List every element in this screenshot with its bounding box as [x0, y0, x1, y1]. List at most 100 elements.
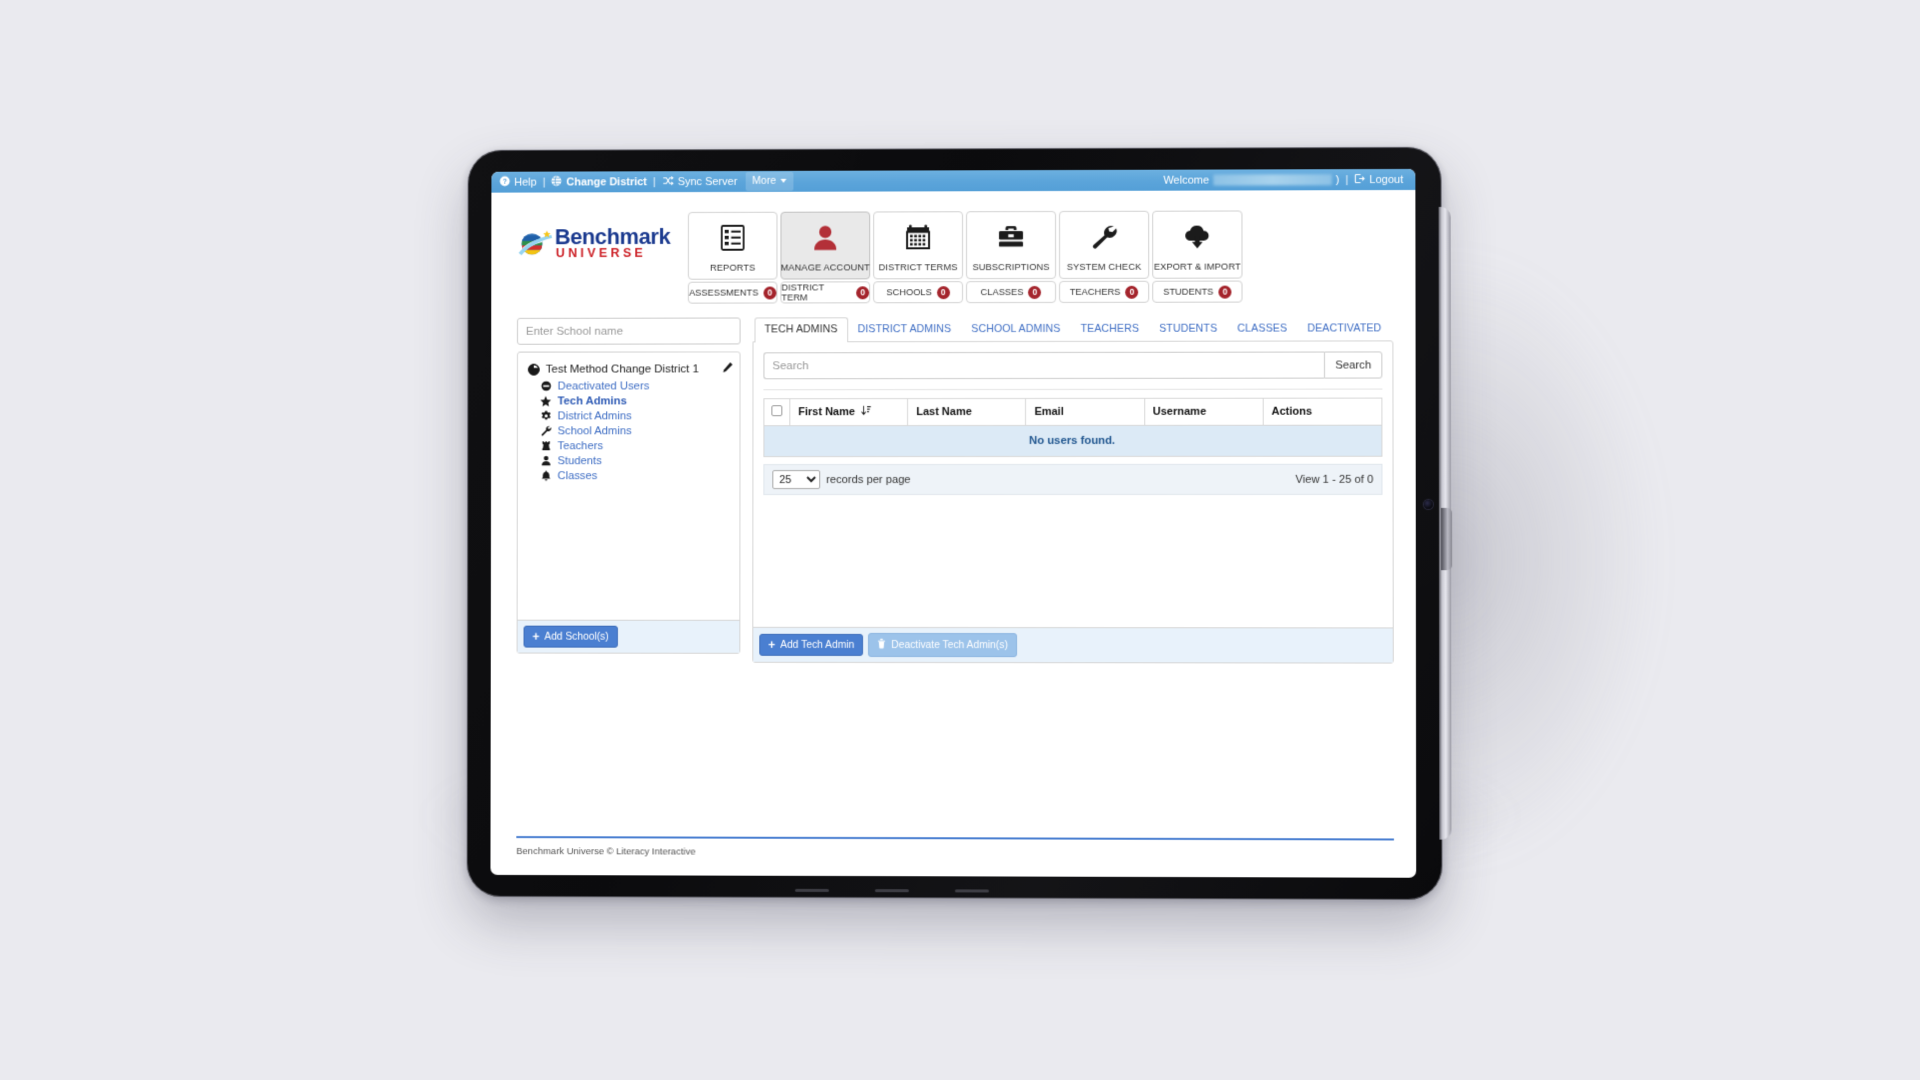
- select-all-checkbox[interactable]: [771, 405, 783, 417]
- nav-subtile-label: SCHOOLS: [886, 287, 932, 298]
- search-input[interactable]: [763, 351, 1325, 380]
- nav-tile-label: DISTRICT TERMS: [878, 262, 958, 273]
- sort-desc-icon: [861, 405, 872, 419]
- tab-deactivated[interactable]: DEACTIVATED: [1297, 316, 1391, 340]
- column-last-name[interactable]: Last Name: [907, 398, 1026, 426]
- school-search-input[interactable]: [516, 317, 741, 345]
- bell-icon: [540, 470, 552, 481]
- nav-tile-manage-account[interactable]: MANAGE ACCOUNT: [780, 211, 871, 280]
- tree-item-label: Deactivated Users: [557, 379, 650, 393]
- deactivate-tech-admins-label: Deactivate Tech Admin(s): [891, 639, 1008, 651]
- tree-item-label: Classes: [557, 469, 598, 482]
- pencil-icon[interactable]: [722, 361, 734, 376]
- nav-tile-label: SYSTEM CHECK: [1066, 261, 1142, 272]
- nav-column-subscriptions: SUBSCRIPTIONS CLASSES 0: [966, 210, 1057, 304]
- tree-item-students[interactable]: Students: [526, 453, 734, 468]
- tab-label: DEACTIVATED: [1307, 322, 1382, 335]
- help-link[interactable]: Help: [514, 176, 536, 188]
- footer-copyright: Benchmark Universe © Literacy Interactiv…: [516, 846, 696, 858]
- nav-subtile-teachers[interactable]: TEACHERS 0: [1059, 280, 1150, 303]
- tab-label: CLASSES: [1237, 322, 1288, 335]
- deactivate-tech-admins-button[interactable]: Deactivate Tech Admin(s): [868, 632, 1017, 658]
- tree-item-teachers[interactable]: Teachers: [526, 438, 734, 453]
- select-all-header: [763, 398, 790, 426]
- status-badge: 0: [1125, 285, 1139, 299]
- add-tech-admin-button[interactable]: + Add Tech Admin: [759, 633, 864, 656]
- nav-subtile-label: ASSESSMENTS: [688, 287, 759, 298]
- nav-tile-export-import[interactable]: EXPORT & IMPORT: [1152, 210, 1243, 279]
- column-label: Actions: [1271, 405, 1313, 418]
- globe-icon: [528, 363, 540, 375]
- search-button[interactable]: Search: [1324, 351, 1383, 379]
- add-tech-admin-label: Add Tech Admin: [780, 639, 855, 651]
- topbar-separator-2: |: [652, 175, 656, 188]
- nav-column-export-import: EXPORT & IMPORT STUDENTS 0: [1152, 210, 1243, 303]
- status-badge: 0: [856, 285, 870, 299]
- column-username[interactable]: Username: [1144, 398, 1263, 426]
- tree-item-label: Tech Admins: [557, 394, 627, 407]
- users-table: First Name Last Name Email Username Acti…: [763, 398, 1382, 458]
- nav-subtile-schools[interactable]: SCHOOLS 0: [873, 281, 964, 304]
- add-school-button[interactable]: + Add School(s): [523, 625, 618, 648]
- tab-teachers[interactable]: TEACHERS: [1070, 317, 1149, 341]
- nav-tile-reports[interactable]: REPORTS: [687, 211, 778, 280]
- tab-district-admins[interactable]: DISTRICT ADMINS: [848, 317, 962, 341]
- brand-logo[interactable]: Benchmark UNIVERSE: [517, 212, 688, 260]
- tab-label: TECH ADMINS: [764, 323, 838, 336]
- nav-tile-system-check[interactable]: SYSTEM CHECK: [1059, 210, 1150, 279]
- tree-item-classes[interactable]: Classes: [526, 468, 734, 483]
- nav-tile-label: REPORTS: [710, 262, 756, 273]
- tree-item-school-admins[interactable]: School Admins: [526, 423, 734, 438]
- topbar-separator-1: |: [542, 176, 546, 189]
- tab-school-admins[interactable]: SCHOOL ADMINS: [961, 317, 1070, 341]
- users-panel: TECH ADMINS DISTRICT ADMINS SCHOOL ADMIN…: [752, 316, 1394, 664]
- plus-icon: +: [768, 637, 776, 652]
- briefcase-icon: [997, 212, 1025, 262]
- change-district-link[interactable]: Change District: [566, 176, 647, 188]
- wrench-icon: [540, 425, 552, 436]
- column-label: Username: [1152, 405, 1207, 418]
- nav-subtile-label: DISTRICT TERM: [781, 282, 824, 303]
- welcome-suffix: ): [1335, 173, 1340, 186]
- tab-classes[interactable]: CLASSES: [1227, 317, 1297, 341]
- more-menu-button[interactable]: More: [745, 171, 793, 191]
- tree-root-district[interactable]: Test Method Change District 1: [526, 360, 734, 378]
- tab-students[interactable]: STUDENTS: [1149, 317, 1227, 341]
- welcome-label: Welcome: [1163, 174, 1210, 187]
- tablet-power-button[interactable]: [1440, 507, 1453, 571]
- tab-panel-tech-admins: Search Fi: [752, 340, 1394, 664]
- nav-tile-label: MANAGE ACCOUNT: [780, 262, 871, 273]
- nav-tile-subscriptions[interactable]: SUBSCRIPTIONS: [966, 210, 1057, 280]
- sync-server-link[interactable]: Sync Server: [678, 175, 738, 187]
- tree-item-tech-admins[interactable]: Tech Admins: [526, 393, 734, 408]
- users-panel-footer: + Add Tech Admin Deactivate Tech Admin(s…: [753, 626, 1393, 663]
- column-actions: Actions: [1262, 398, 1382, 426]
- school-panel-footer: + Add School(s): [517, 619, 740, 653]
- tab-tech-admins[interactable]: TECH ADMINS: [754, 317, 848, 343]
- main-content: Test Method Change District 1: [491, 302, 1416, 664]
- records-per-page-select[interactable]: 25: [772, 470, 821, 490]
- tablet-device: ? Help | Change District | Sync Server M…: [466, 146, 1453, 900]
- benchmark-globe-icon: [517, 228, 553, 258]
- tab-label: SCHOOL ADMINS: [971, 322, 1061, 336]
- column-email[interactable]: Email: [1025, 398, 1145, 426]
- rook-icon: [540, 440, 552, 451]
- tree-item-deactivated-users[interactable]: Deactivated Users: [526, 378, 734, 393]
- tree-item-district-admins[interactable]: District Admins: [526, 408, 734, 423]
- nav-subtile-classes[interactable]: CLASSES 0: [966, 280, 1057, 304]
- trash-icon: [877, 638, 886, 652]
- column-label: Last Name: [916, 406, 972, 419]
- nav-subtile-students[interactable]: STUDENTS 0: [1152, 280, 1243, 303]
- nav-column-system-check: SYSTEM CHECK TEACHERS 0: [1059, 210, 1150, 303]
- nav-subtile-assessments[interactable]: ASSESSMENTS 0: [687, 281, 778, 304]
- nav-subtile-district-term[interactable]: DISTRICT TERM 0: [780, 281, 871, 304]
- nav-tile-district-terms[interactable]: DISTRICT TERMS: [873, 211, 964, 280]
- view-range-label: View 1 - 25 of 0: [1295, 473, 1374, 486]
- empty-message: No users found.: [763, 425, 1382, 457]
- page-footer: Benchmark Universe © Literacy Interactiv…: [516, 836, 1394, 860]
- tab-content: Search Fi: [753, 341, 1392, 627]
- users-table-body: No users found.: [763, 425, 1382, 457]
- logout-link[interactable]: Logout: [1369, 173, 1403, 185]
- school-tree-scroll[interactable]: Test Method Change District 1 Deactivate…: [518, 352, 740, 619]
- column-first-name[interactable]: First Name: [789, 398, 908, 426]
